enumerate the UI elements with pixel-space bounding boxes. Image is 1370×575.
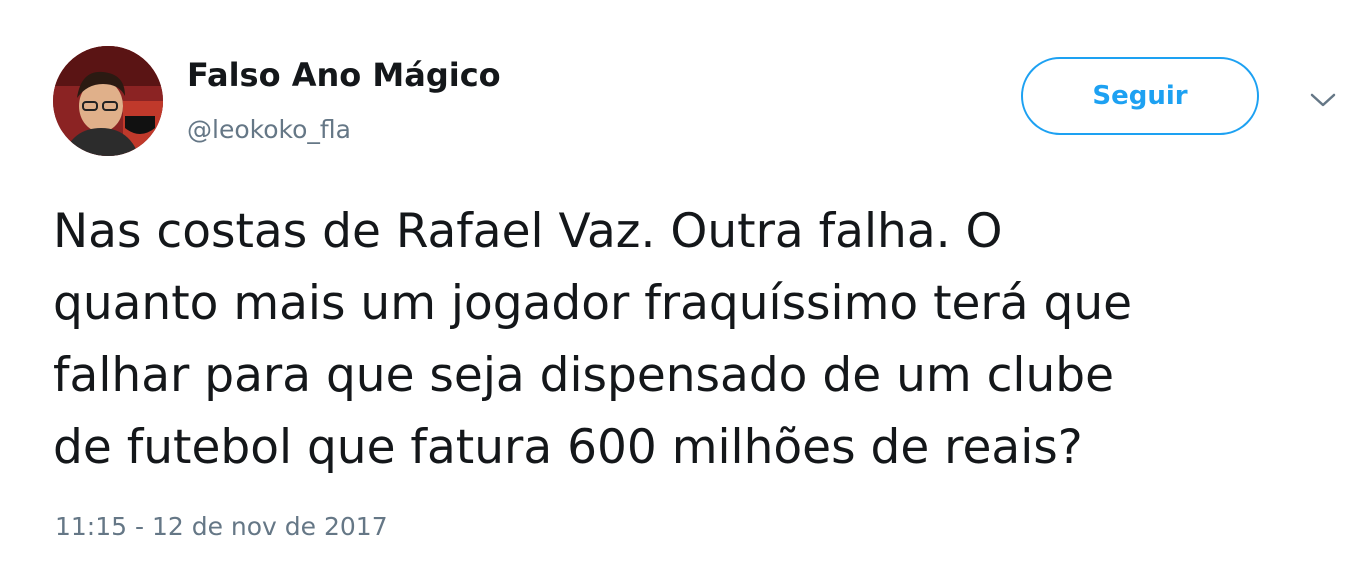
tweet-card: Falso Ano Mágico @leokoko_fla Seguir Nas… bbox=[0, 0, 1370, 575]
chevron-down-icon bbox=[1310, 93, 1336, 107]
follow-button[interactable]: Seguir bbox=[1021, 57, 1259, 135]
tweet-timestamp[interactable]: 11:15 - 12 de nov de 2017 bbox=[55, 512, 388, 541]
avatar[interactable] bbox=[53, 46, 163, 156]
follow-button-label: Seguir bbox=[1092, 81, 1188, 111]
tweet-text-line: quanto mais um jogador fraquíssimo terá … bbox=[53, 276, 1133, 331]
author-display-name[interactable]: Falso Ano Mágico bbox=[187, 56, 501, 94]
more-options-button[interactable] bbox=[1300, 84, 1346, 116]
tweet-text: Nas costas de Rafael Vaz. Outra falha. O… bbox=[53, 196, 1353, 484]
avatar-image bbox=[53, 46, 163, 156]
tweet-text-line: Nas costas de Rafael Vaz. Outra falha. O bbox=[53, 204, 1003, 259]
author-handle[interactable]: @leokoko_fla bbox=[187, 115, 351, 144]
tweet-text-line: falhar para que seja dispensado de um cl… bbox=[53, 348, 1115, 403]
tweet-text-line: de futebol que fatura 600 milhões de rea… bbox=[53, 420, 1083, 475]
